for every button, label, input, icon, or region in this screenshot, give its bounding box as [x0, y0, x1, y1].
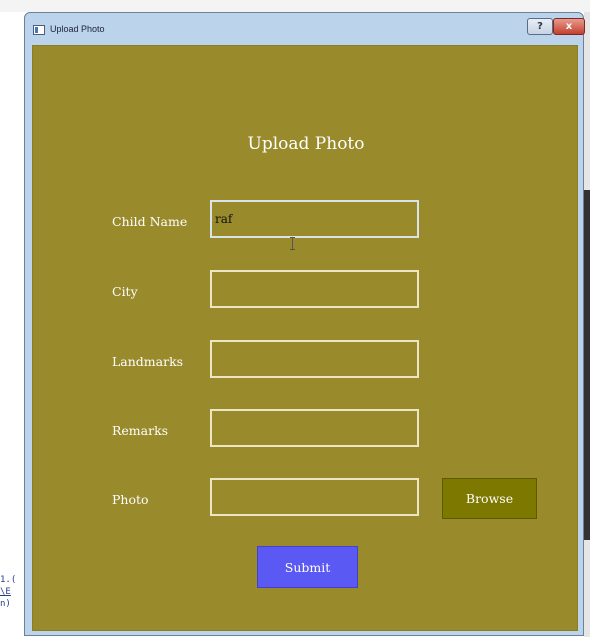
- landmarks-input[interactable]: [210, 340, 419, 378]
- window-title: Upload Photo: [50, 24, 105, 34]
- form-heading: Upload Photo: [247, 134, 365, 154]
- background-text-fragment: 1.(: [0, 575, 17, 585]
- submit-button[interactable]: Submit: [257, 546, 358, 588]
- upload-photo-window: Upload Photo ? x Upload Photo Child Name…: [24, 12, 585, 636]
- background-app-strip: [0, 0, 590, 12]
- background-text-fragment: n): [0, 599, 11, 609]
- window-app-icon: [33, 25, 45, 35]
- browse-button[interactable]: Browse: [442, 478, 537, 519]
- city-label: City: [112, 284, 138, 299]
- background-app-right-panel: [584, 190, 590, 540]
- city-input[interactable]: [210, 270, 419, 308]
- photo-label: Photo: [112, 492, 149, 507]
- text-cursor-icon: [290, 237, 295, 250]
- background-app-left: 1.( \E n): [0, 12, 24, 637]
- background-link-fragment: \E: [0, 587, 11, 597]
- child-name-label: Child Name: [112, 214, 188, 229]
- help-button[interactable]: ?: [527, 18, 553, 35]
- title-bar[interactable]: Upload Photo ? x: [25, 13, 585, 45]
- landmarks-label: Landmarks: [112, 354, 184, 369]
- photo-path-input[interactable]: [210, 478, 419, 516]
- form-panel: Upload Photo Child Name City Landmarks R…: [32, 45, 578, 631]
- child-name-input[interactable]: [210, 200, 419, 238]
- remarks-label: Remarks: [112, 423, 169, 438]
- remarks-input[interactable]: [210, 409, 419, 447]
- close-button[interactable]: x: [553, 18, 585, 35]
